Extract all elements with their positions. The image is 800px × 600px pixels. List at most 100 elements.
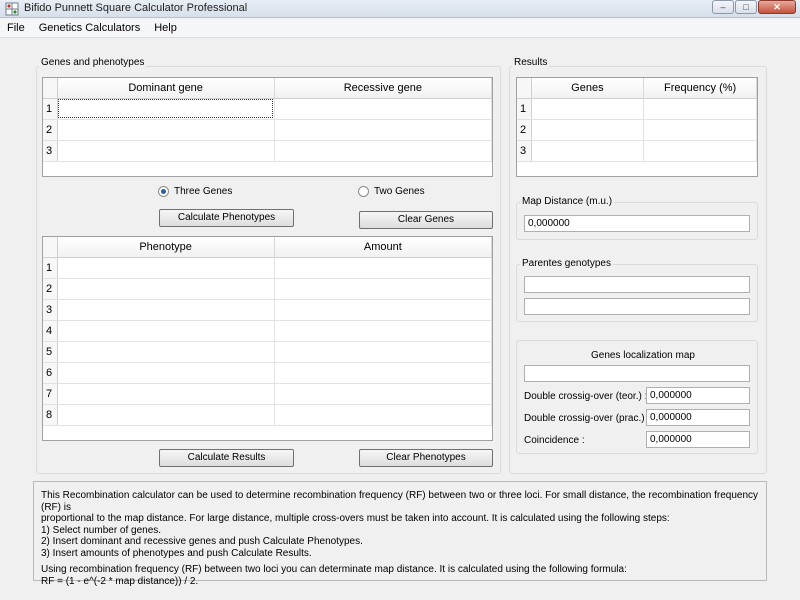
table-row: 1 (43, 257, 492, 279)
row-header: 3 (43, 299, 58, 321)
phenotype-cell[interactable] (57, 362, 275, 384)
table-row: 1 (43, 98, 492, 120)
row-header: 6 (43, 362, 58, 384)
amount-cell[interactable] (274, 320, 492, 342)
menu-genetics-calculators[interactable]: Genetics Calculators (32, 19, 148, 37)
dominant-gene-cell[interactable] (57, 119, 275, 141)
double-crossover-prac-field[interactable]: 0,000000 (646, 409, 750, 426)
column-header-dominant[interactable]: Dominant gene (57, 78, 275, 99)
row-header: 3 (43, 140, 58, 162)
amount-cell[interactable] (274, 341, 492, 363)
instructions-line: 1) Select number of genes. (41, 524, 162, 536)
coincidence-label: Coincidence : (524, 435, 585, 446)
frequency-cell[interactable] (643, 98, 757, 120)
genes-cell[interactable] (531, 98, 645, 120)
parent-genotype-field-2[interactable] (524, 298, 750, 315)
table-row: 2 (43, 119, 492, 141)
instructions-line: 3) Insert amounts of phenotypes and push… (41, 547, 312, 559)
results-table[interactable]: Genes Frequency (%) 1 2 3 (516, 77, 758, 177)
table-row: 7 (43, 383, 492, 405)
calculate-results-button[interactable]: Calculate Results (159, 449, 294, 467)
table-row: 5 (43, 341, 492, 363)
phenotype-cell[interactable] (57, 257, 275, 279)
table-row: 3 (43, 140, 492, 162)
coincidence-field[interactable]: 0,000000 (646, 431, 750, 448)
instructions-line: proportional to the map distance. For la… (41, 513, 670, 524)
clear-genes-button[interactable]: Clear Genes (359, 211, 493, 229)
dominant-gene-cell[interactable] (57, 98, 275, 120)
map-distance-field[interactable]: 0,000000 (524, 215, 750, 232)
recessive-gene-cell[interactable] (274, 140, 492, 162)
menu-help[interactable]: Help (147, 19, 184, 37)
row-header: 4 (43, 320, 58, 342)
recessive-gene-cell[interactable] (274, 98, 492, 120)
double-crossover-prac-label: Double crossig-over (prac.) : (524, 413, 651, 424)
column-header-phenotype[interactable]: Phenotype (57, 237, 275, 258)
menu-file[interactable]: File (0, 19, 32, 37)
row-header: 2 (43, 278, 58, 300)
amount-cell[interactable] (274, 362, 492, 384)
table-row: 6 (43, 362, 492, 384)
double-crossover-teor-label: Double crossig-over (teor.) : (524, 391, 648, 402)
two-genes-radio[interactable]: Two Genes (358, 186, 425, 197)
radio-unselected-icon (358, 186, 369, 197)
amount-cell[interactable] (274, 383, 492, 405)
row-header: 7 (43, 383, 58, 405)
localization-map-label: Genes localization map (591, 350, 695, 361)
row-header: 2 (517, 119, 532, 141)
phenotype-cell[interactable] (57, 278, 275, 300)
corner-cell (517, 78, 532, 99)
dominant-gene-cell[interactable] (57, 140, 275, 162)
recessive-gene-cell[interactable] (274, 119, 492, 141)
maximize-button[interactable]: □ (735, 0, 757, 14)
menu-bar: File Genetics Calculators Help (0, 19, 800, 38)
column-header-genes[interactable]: Genes (531, 78, 645, 99)
table-row: 3 (43, 299, 492, 321)
amount-cell[interactable] (274, 299, 492, 321)
column-header-amount[interactable]: Amount (274, 237, 492, 258)
row-header: 5 (43, 341, 58, 363)
row-header: 1 (517, 98, 532, 120)
close-button[interactable]: ✕ (758, 0, 796, 14)
corner-cell (43, 237, 58, 258)
table-row: 1 (517, 98, 757, 120)
three-genes-label: Three Genes (174, 186, 233, 197)
clear-phenotypes-button[interactable]: Clear Phenotypes (359, 449, 493, 467)
double-crossover-teor-field[interactable]: 0,000000 (646, 387, 750, 404)
row-header: 8 (43, 404, 58, 426)
parents-genotypes-label: Parentes genotypes (520, 258, 613, 269)
phenotype-cell[interactable] (57, 404, 275, 426)
table-row: 8 (43, 404, 492, 426)
genes-table[interactable]: Dominant gene Recessive gene 1 2 3 (42, 77, 493, 177)
three-genes-radio[interactable]: Three Genes (158, 186, 232, 197)
phenotype-cell[interactable] (57, 383, 275, 405)
genes-cell[interactable] (531, 119, 645, 141)
table-row: 4 (43, 320, 492, 342)
phenotype-cell[interactable] (57, 341, 275, 363)
table-row: 3 (517, 140, 757, 162)
amount-cell[interactable] (274, 257, 492, 279)
table-row: 2 (43, 278, 492, 300)
instructions-line: 2) Insert dominant and recessive genes a… (41, 536, 363, 547)
localization-map-field[interactable] (524, 365, 750, 382)
amount-cell[interactable] (274, 404, 492, 426)
table-row: 2 (517, 119, 757, 141)
genes-cell[interactable] (531, 140, 645, 162)
title-bar: Bifido Punnett Square Calculator Profess… (0, 0, 800, 18)
column-header-recessive[interactable]: Recessive gene (274, 78, 492, 99)
phenotype-table[interactable]: Phenotype Amount 1 2 3 4 5 6 7 8 (42, 236, 493, 441)
frequency-cell[interactable] (643, 119, 757, 141)
corner-cell (43, 78, 58, 99)
phenotype-cell[interactable] (57, 299, 275, 321)
phenotype-cell[interactable] (57, 320, 275, 342)
parent-genotype-field-1[interactable] (524, 276, 750, 293)
frequency-cell[interactable] (643, 140, 757, 162)
column-header-frequency[interactable]: Frequency (%) (643, 78, 757, 99)
row-header: 3 (517, 140, 532, 162)
amount-cell[interactable] (274, 278, 492, 300)
results-label: Results (512, 57, 550, 68)
instructions-line: RF = (1 - e^(-2 * map distance)) / 2. (41, 575, 199, 587)
minimize-button[interactable]: – (712, 0, 734, 14)
window-title: Bifido Punnett Square Calculator Profess… (24, 2, 248, 14)
calculate-phenotypes-button[interactable]: Calculate Phenotypes (159, 209, 294, 227)
